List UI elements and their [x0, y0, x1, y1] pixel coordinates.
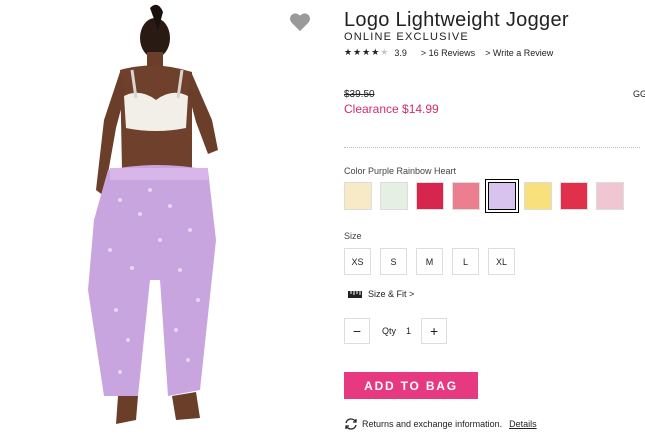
returns-info: Returns and exchange information. Detail… — [344, 418, 537, 430]
size-l-button[interactable]: L — [452, 248, 479, 275]
reviews-row: ★★★★★ 3.9 > 16 Reviews > Write a Review — [344, 47, 563, 58]
color-swatch-2[interactable] — [380, 182, 408, 210]
color-swatches — [344, 179, 624, 213]
color-swatch-7[interactable] — [560, 182, 588, 210]
size-xl-button[interactable]: XL — [488, 248, 515, 275]
color-swatch-1[interactable] — [344, 182, 372, 210]
product-photo — [0, 0, 318, 434]
color-swatch-3[interactable] — [416, 182, 444, 210]
add-to-bag-button[interactable]: ADD TO BAG — [344, 372, 478, 399]
size-options: XS S M L XL — [344, 248, 515, 275]
exchange-icon — [345, 418, 357, 430]
quantity-label: Qty — [382, 326, 397, 336]
quantity-stepper: − Qty 1 + — [344, 318, 448, 344]
clearance-price: Clearance $14.99 — [344, 102, 439, 116]
quantity-value: 1 — [406, 326, 412, 336]
returns-text: Returns and exchange information. — [362, 419, 503, 429]
color-swatch-6[interactable] — [524, 182, 552, 210]
size-m-button[interactable]: M — [416, 248, 443, 275]
product-subtitle: ONLINE EXCLUSIVE — [344, 31, 469, 43]
edge-text: GG — [633, 89, 645, 99]
size-label: Size — [344, 231, 362, 241]
write-review-link[interactable]: > Write a Review — [485, 48, 553, 58]
product-title: Logo Lightweight Jogger — [344, 9, 569, 31]
rating-value: 3.9 — [394, 47, 407, 58]
reviews-link[interactable]: > 16 Reviews — [421, 48, 475, 58]
size-s-button[interactable]: S — [380, 248, 407, 275]
color-label: Color Purple Rainbow Heart — [344, 166, 457, 176]
returns-details-link[interactable]: Details — [509, 419, 537, 429]
rating-stars-icon: ★★★★★ — [344, 47, 390, 57]
quantity-plus-button[interactable]: + — [421, 318, 448, 344]
color-swatch-8[interactable] — [596, 182, 624, 210]
quantity-minus-button[interactable]: − — [344, 318, 370, 344]
size-fit-link[interactable]: Size & Fit > — [348, 289, 414, 299]
divider — [344, 147, 640, 148]
color-swatch-5[interactable] — [485, 179, 519, 213]
heart-favorite-icon[interactable] — [289, 12, 311, 32]
size-xs-button[interactable]: XS — [344, 248, 371, 275]
color-swatch-4[interactable] — [452, 182, 480, 210]
ruler-icon — [348, 290, 362, 298]
size-fit-label: Size & Fit > — [368, 289, 415, 299]
original-price: $39.50 — [344, 89, 375, 100]
